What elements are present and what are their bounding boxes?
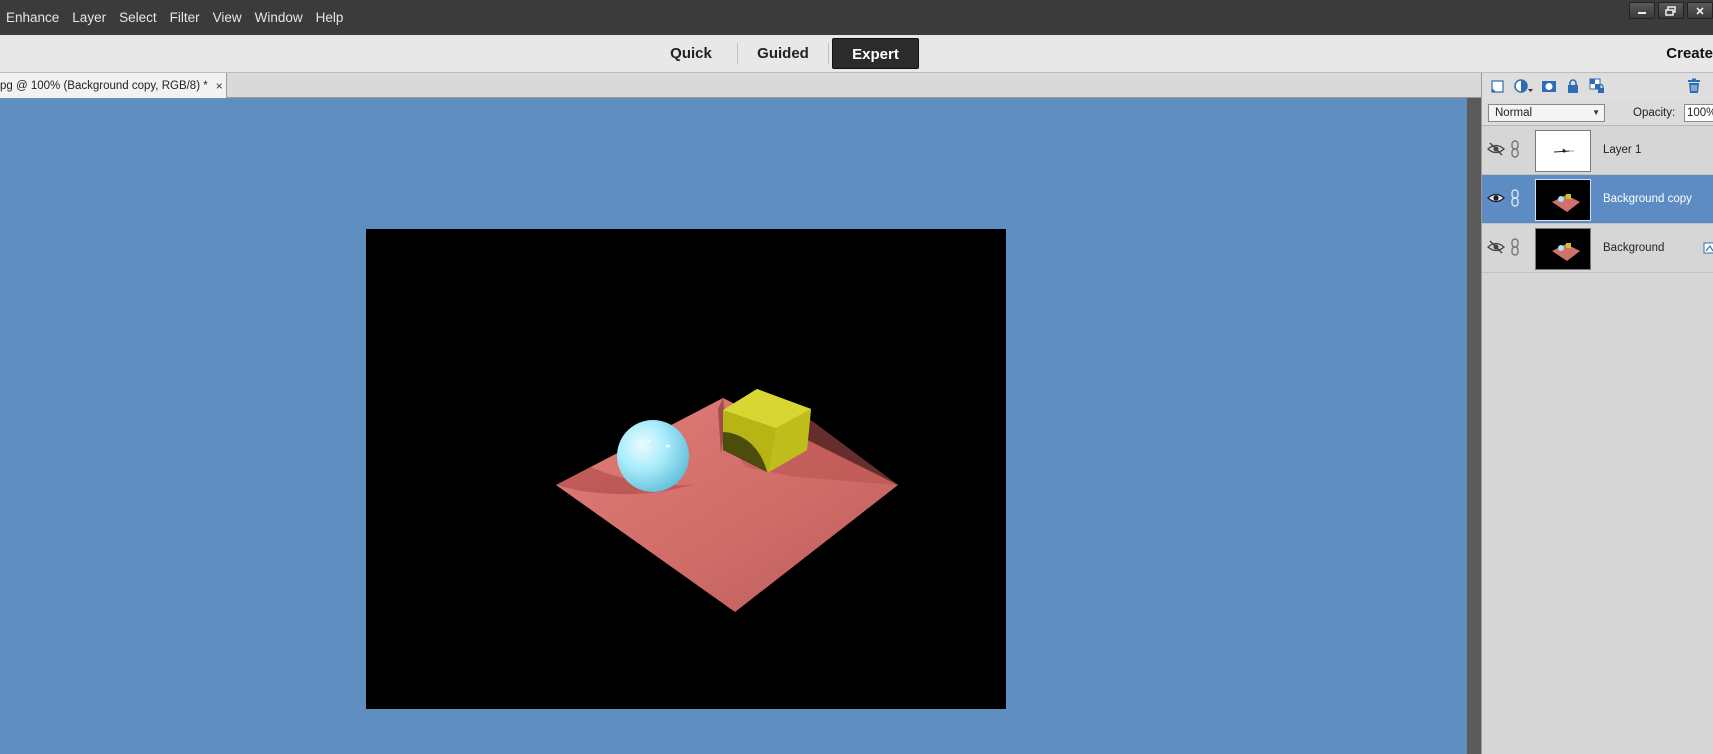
document-tab-bar: pg @ 100% (Background copy, RGB/8) * × (0, 73, 1481, 98)
create-menu[interactable]: Create (1666, 38, 1713, 69)
eye-icon[interactable] (1487, 190, 1505, 206)
link-icon[interactable] (1509, 140, 1521, 158)
menu-enhance[interactable]: Enhance (0, 0, 66, 35)
lock-all-icon (1568, 79, 1578, 93)
layer-name: Layer 1 (1603, 144, 1642, 156)
adjustment-layer-icon (1514, 79, 1533, 93)
close-button[interactable] (1687, 2, 1713, 19)
adjustment-layer-button[interactable] (1512, 77, 1536, 95)
menu-help[interactable]: Help (310, 0, 351, 35)
lock-all-button[interactable] (1564, 77, 1582, 95)
close-document-icon[interactable]: × (216, 79, 223, 93)
new-layer-icon (1491, 80, 1504, 93)
restore-button[interactable] (1658, 2, 1684, 19)
hidden-eye-icon[interactable] (1487, 239, 1505, 255)
window-controls (1629, 2, 1713, 19)
layer-row-background-copy[interactable]: Background copy (1482, 175, 1713, 224)
new-layer-button[interactable] (1488, 77, 1506, 95)
layers-toolbar (1482, 73, 1713, 100)
hidden-eye-icon[interactable] (1487, 141, 1505, 157)
menu-view[interactable]: View (207, 0, 249, 35)
layer-thumbnail (1535, 179, 1591, 221)
layer-mask-button[interactable] (1540, 77, 1558, 95)
rendered-scene (556, 389, 898, 612)
lock-transparency-icon (1589, 78, 1604, 93)
menu-layer[interactable]: Layer (66, 0, 113, 35)
minimize-button[interactable] (1629, 2, 1655, 19)
layer-name: Background (1603, 242, 1665, 254)
canvas-scrollbar[interactable] (1467, 98, 1481, 754)
layer-mask-icon (1542, 81, 1556, 92)
blend-mode-dropdown[interactable]: Normal ▼ (1488, 104, 1605, 122)
lock-transparency-button[interactable] (1588, 77, 1606, 95)
tab-quick[interactable]: Quick (652, 38, 730, 69)
mode-bar: Quick Guided Expert Create (0, 35, 1713, 73)
menu-window[interactable]: Window (249, 0, 310, 35)
sphere (617, 420, 689, 492)
background-lock-icon (1703, 242, 1713, 254)
delete-layer-icon (1688, 78, 1700, 93)
restore-icon (1665, 5, 1676, 16)
layers-options: Normal ▼ Opacity: 100% (1482, 100, 1713, 126)
tab-expert[interactable]: Expert (832, 38, 919, 69)
opacity-input[interactable]: 100% (1684, 104, 1713, 122)
link-icon[interactable] (1509, 238, 1521, 256)
layer-thumbnail (1535, 228, 1591, 270)
opacity-label: Opacity: (1633, 107, 1676, 119)
document-tab[interactable]: pg @ 100% (Background copy, RGB/8) * × (0, 73, 227, 98)
menu-select[interactable]: Select (113, 0, 164, 35)
menu-bar: Enhance Layer Select Filter View Window … (0, 0, 1713, 35)
document-image[interactable] (366, 229, 1006, 709)
layer-name: Background copy (1603, 193, 1692, 205)
layers-panel: Normal ▼ Opacity: 100% Layer 1 Backgroun… (1481, 73, 1713, 754)
document-title: pg @ 100% (Background copy, RGB/8) * (0, 79, 208, 92)
mode-divider (828, 43, 829, 64)
blend-mode-value: Normal (1495, 107, 1533, 119)
delete-layer-button[interactable] (1685, 77, 1703, 95)
minimize-icon (1638, 11, 1646, 14)
menu-filter[interactable]: Filter (164, 0, 207, 35)
tab-guided[interactable]: Guided (744, 38, 822, 69)
link-icon[interactable] (1509, 189, 1521, 207)
layer-thumbnail (1535, 130, 1591, 172)
mode-divider (737, 43, 738, 64)
chevron-down-icon: ▼ (1592, 108, 1600, 117)
layer-row-background[interactable]: Background (1482, 224, 1713, 273)
layer-row-layer-1[interactable]: Layer 1 (1482, 126, 1713, 175)
close-icon (1696, 6, 1704, 15)
